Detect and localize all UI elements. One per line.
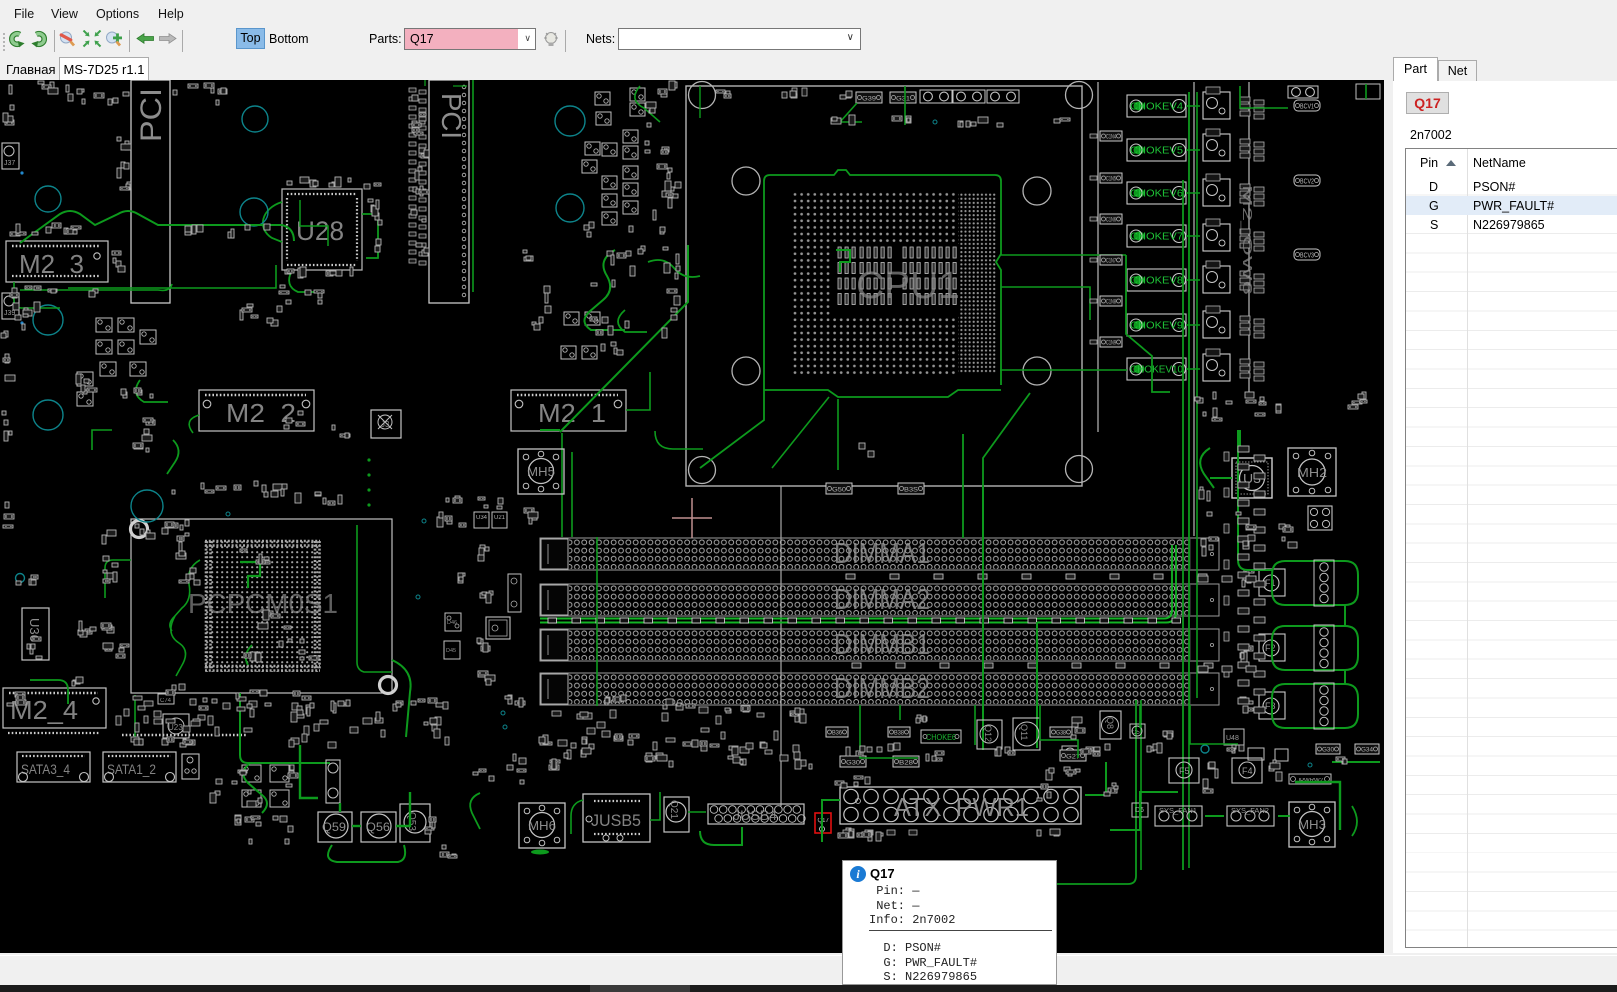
svg-text:G38: G38 [1056, 731, 1067, 737]
svg-text:G39: G39 [862, 97, 877, 103]
svg-text:CPU1: CPU1 [856, 265, 960, 307]
svg-text:CHOKEV5: CHOKEV5 [1130, 146, 1183, 157]
svg-text:G30: G30 [1322, 748, 1335, 754]
svg-text:PCI: PCI [135, 88, 168, 142]
svg-text:M2 1: M2 1 [538, 398, 606, 428]
svg-text:D46: D46 [447, 620, 457, 626]
svg-text:G34: G34 [1361, 748, 1374, 754]
svg-text:BCV2: BCV2 [1300, 177, 1314, 186]
svg-text:M2 2: M2 2 [226, 398, 296, 428]
svg-text:Q56: Q56 [366, 820, 390, 834]
svg-text:B36: B36 [832, 731, 843, 737]
svg-text:G30: G30 [846, 761, 861, 767]
svg-text:ATX PWR1: ATX PWR1 [894, 792, 1029, 822]
svg-text:MH5: MH5 [527, 464, 555, 479]
svg-text:BCV1: BCV1 [1300, 102, 1314, 111]
svg-text:F4: F4 [1242, 766, 1253, 776]
svg-text:M2_OW6: M2_OW6 [1240, 185, 1255, 295]
svg-text:CHOKEV9: CHOKEV9 [1130, 321, 1183, 332]
svg-text:C1N4: C1N4 [1106, 135, 1116, 141]
svg-text:M2 3: M2 3 [19, 249, 84, 279]
svg-text:U23: U23 [168, 723, 183, 732]
svg-text:J39: J39 [4, 310, 15, 317]
svg-text:J37: J37 [4, 160, 15, 167]
svg-text:C1N9: C1N9 [1106, 341, 1116, 347]
svg-text:Q8: Q8 [1105, 717, 1115, 729]
svg-text:C1N6: C1N6 [1106, 218, 1116, 224]
svg-text:MH6: MH6 [528, 818, 556, 833]
svg-text:C74: C74 [160, 698, 172, 704]
svg-text:B3S: B3S [904, 488, 918, 494]
svg-text:DIMMA1: DIMMA1 [834, 538, 930, 570]
svg-text:G50: G50 [832, 488, 847, 494]
svg-text:D45: D45 [446, 648, 456, 654]
svg-text:B38: B38 [894, 731, 905, 737]
svg-text:C1N7: C1N7 [1106, 259, 1116, 265]
svg-text:Q59: Q59 [322, 820, 346, 834]
svg-text:PCI: PCI [436, 93, 467, 139]
svg-text:U34: U34 [476, 515, 488, 521]
svg-text:DIMMB2: DIMMB2 [834, 673, 930, 705]
svg-text:J3: J3 [381, 420, 390, 429]
svg-text:Q53: Q53 [406, 812, 417, 831]
svg-text:MH3: MH3 [1298, 817, 1326, 832]
svg-text:Q12: Q12 [983, 725, 993, 742]
svg-text:SYS_FAN2: SYS_FAN2 [1231, 808, 1269, 815]
svg-text:C1N8: C1N8 [1106, 300, 1116, 306]
svg-text:MH2: MH2 [1297, 465, 1327, 480]
svg-text:F2: F2 [1265, 643, 1276, 653]
svg-text:F3: F3 [1265, 701, 1276, 711]
svg-text:BCV3: BCV3 [1300, 251, 1314, 260]
svg-text:SATA1_2: SATA1_2 [107, 761, 156, 777]
svg-text:CHOKEV10: CHOKEV10 [1130, 365, 1183, 376]
svg-text:CHOKEV4: CHOKEV4 [1130, 102, 1183, 113]
svg-text:F5: F5 [1179, 766, 1190, 776]
svg-text:SYS_FAN1: SYS_FAN1 [1159, 808, 1197, 815]
svg-text:G31: G31 [896, 97, 911, 103]
svg-text:CHOKEV6: CHOKEV6 [1130, 189, 1183, 200]
svg-text:B28: B28 [899, 761, 914, 767]
svg-text:CHOKEV8: CHOKEV8 [1130, 276, 1183, 287]
svg-text:SATA3_4: SATA3_4 [21, 761, 70, 777]
svg-text:C5: C5 [1132, 730, 1140, 736]
svg-text:C1N5: C1N5 [1106, 177, 1116, 183]
svg-text:U28: U28 [296, 216, 344, 246]
svg-text:CHOKE6: CHOKE6 [926, 733, 956, 742]
svg-text:DIMMB1: DIMMB1 [834, 629, 930, 661]
svg-text:U21: U21 [494, 515, 506, 521]
svg-text:CHOKEV7: CHOKEV7 [1130, 232, 1183, 243]
svg-text:F1: F1 [1265, 578, 1276, 588]
svg-text:U48: U48 [1226, 735, 1239, 742]
svg-text:Q21: Q21 [668, 800, 679, 819]
svg-text:JUSB5: JUSB5 [591, 811, 641, 830]
svg-text:DIMMA2: DIMMA2 [834, 584, 930, 616]
svg-text:Q11: Q11 [1019, 724, 1029, 740]
svg-text:Q17: Q17 [818, 818, 830, 824]
svg-text:JUSB4: JUSB4 [733, 807, 777, 823]
